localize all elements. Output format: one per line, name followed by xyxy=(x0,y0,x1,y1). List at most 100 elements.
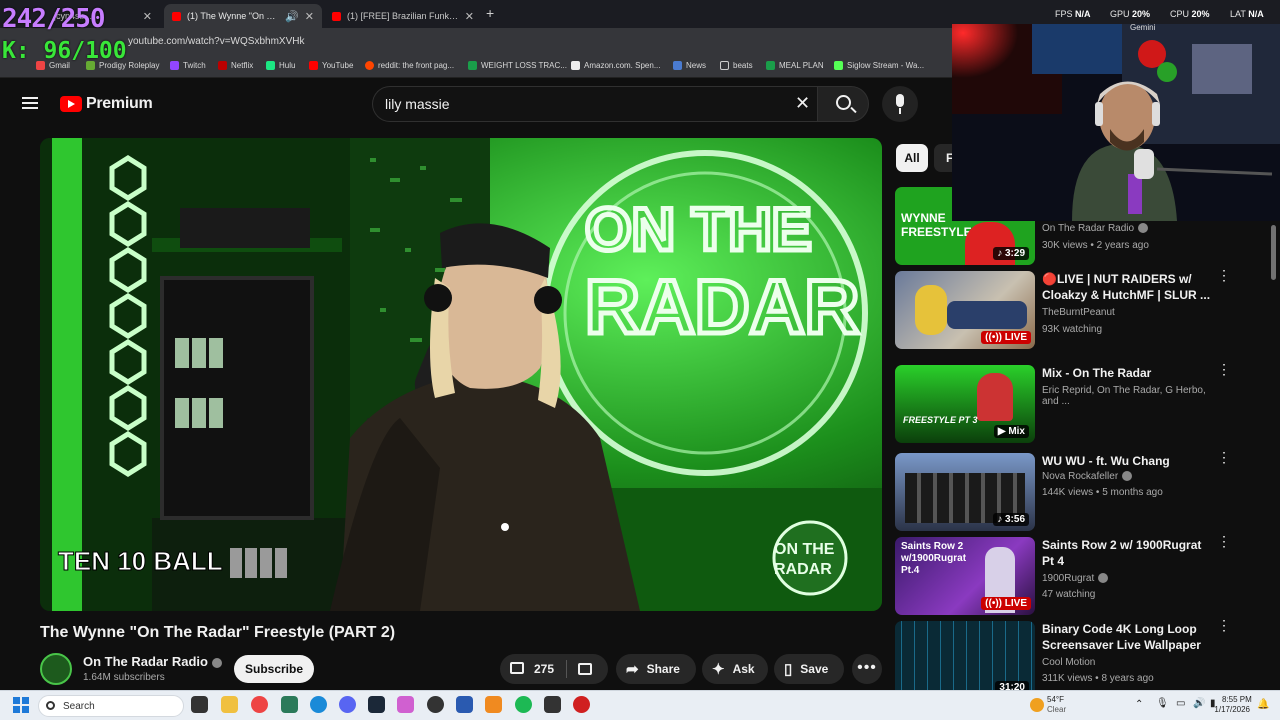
file-explorer-icon[interactable] xyxy=(221,696,238,713)
channel-avatar[interactable] xyxy=(40,653,72,685)
more-options-icon[interactable]: ⋮ xyxy=(1217,450,1231,464)
network-icon[interactable]: ▭ xyxy=(1176,698,1185,709)
bookmark-hulu[interactable]: Hulu xyxy=(266,61,295,70)
discord-icon[interactable] xyxy=(339,696,356,713)
notification-bell-icon[interactable]: 🔔 xyxy=(1257,699,1269,710)
windows-start-icon[interactable] xyxy=(13,697,29,713)
obs-icon[interactable] xyxy=(427,696,444,713)
duration-badge: ♪ 3:29 xyxy=(993,247,1029,260)
hamburger-menu-icon[interactable] xyxy=(22,97,38,109)
video-meta: 93K watching xyxy=(1042,324,1103,335)
share-button[interactable]: ➦ Share xyxy=(616,654,696,684)
video-thumbnail[interactable]: ((•)) LIVE xyxy=(895,271,1035,349)
microphone-icon[interactable]: 🎙 xyxy=(1156,698,1169,709)
bookmark-siglow[interactable]: Siglow Stream - Wa... xyxy=(834,61,924,70)
youtube-favicon-icon xyxy=(332,11,341,21)
url-field[interactable]: youtube.com/watch?v=WQSxbhmXVHk xyxy=(128,36,304,47)
chevron-up-icon[interactable]: ⌃ xyxy=(1135,699,1143,710)
more-options-icon[interactable]: ⋮ xyxy=(1217,534,1231,548)
more-actions-button[interactable]: ••• xyxy=(852,654,882,684)
bookmark-label: Siglow Stream - Wa... xyxy=(847,61,925,70)
bookmark-twitch[interactable]: Twitch xyxy=(170,61,206,70)
clock-time[interactable]: 8:55 PM xyxy=(1222,695,1252,704)
fps-value: N/A xyxy=(1075,9,1091,19)
live-badge: ((•)) LIVE xyxy=(981,597,1031,610)
app-icon[interactable] xyxy=(397,696,414,713)
dislike-button[interactable] xyxy=(578,663,592,678)
video-title[interactable]: Mix - On The Radar xyxy=(1042,365,1214,381)
tab-3[interactable]: (1) [FREE] Brazilian Funk x Club ✕ xyxy=(324,4,482,28)
ask-label: Ask xyxy=(732,662,755,676)
app-icon[interactable] xyxy=(485,696,502,713)
youtube-premium-logo[interactable]: Premium xyxy=(60,95,153,113)
video-title[interactable]: Saints Row 2 w/ 1900Rugrat Pt 4 xyxy=(1042,537,1214,569)
live-broadcast-icon: ((•)) xyxy=(985,598,1002,609)
bookmark-netflix[interactable]: Netflix xyxy=(218,61,253,70)
video-channel[interactable]: Nova Rockafeller xyxy=(1042,471,1133,482)
clock-date[interactable]: 1/17/2026 xyxy=(1214,705,1250,714)
save-button[interactable]: ▯ Save xyxy=(774,654,844,684)
video-channel[interactable]: On The Radar Radio xyxy=(1042,223,1149,234)
close-icon[interactable]: ✕ xyxy=(143,10,152,23)
bookmark-news[interactable]: News xyxy=(673,61,706,70)
overlay-goal-counter: 242/250 xyxy=(2,4,106,34)
live-text: LIVE xyxy=(1004,598,1027,609)
task-view-icon[interactable] xyxy=(191,696,208,713)
scrollbar-thumb[interactable] xyxy=(1271,225,1276,280)
thumbs-up-icon xyxy=(510,662,524,674)
speaker-icon[interactable]: 🔊 xyxy=(285,10,299,23)
app-icon[interactable] xyxy=(573,696,590,713)
more-options-icon[interactable]: ⋮ xyxy=(1217,362,1231,376)
app-icon[interactable] xyxy=(456,696,473,713)
bookmark-beats-folder[interactable]: beats xyxy=(720,61,753,70)
channel-text: On The Radar Radio xyxy=(1042,223,1135,234)
more-options-icon[interactable]: ⋮ xyxy=(1217,618,1231,632)
chrome-icon[interactable] xyxy=(251,696,268,713)
video-channel[interactable]: TheBurntPeanut xyxy=(1042,307,1115,318)
gpu-label: GPU xyxy=(1110,9,1130,19)
weather-temp[interactable]: 54°F xyxy=(1047,695,1064,704)
bookmark-amazon[interactable]: Amazon.com. Spen... xyxy=(571,61,660,70)
terminal-icon[interactable] xyxy=(544,696,561,713)
edge-icon[interactable] xyxy=(310,696,327,713)
video-player[interactable]: ON THE RADAR TEN 10 BALL ON THE RADAR xyxy=(40,138,882,611)
weather-desc: Clear xyxy=(1047,705,1067,714)
video-thumbnail[interactable]: ♪ 3:56 xyxy=(895,453,1035,531)
like-button[interactable] xyxy=(510,662,524,677)
video-title[interactable]: WU WU - ft. Wu Chang xyxy=(1042,453,1214,469)
video-thumbnail[interactable]: Saints Row 2 w/1900Rugrat Pt.4 ((•)) LIV… xyxy=(895,537,1035,615)
video-title[interactable]: 🔴LIVE | NUT RAIDERS w/ Cloakzy & HutchMF… xyxy=(1042,271,1214,303)
chip-all[interactable]: All xyxy=(896,144,928,172)
video-channel[interactable]: Cool Motion xyxy=(1042,657,1095,668)
subscribe-button[interactable]: Subscribe xyxy=(234,655,314,683)
thumbnail-text: Saints Row 2 w/1900Rugrat Pt.4 xyxy=(901,541,967,576)
steam-icon[interactable] xyxy=(368,696,385,713)
app-icon[interactable] xyxy=(281,696,298,713)
spotify-icon[interactable] xyxy=(515,696,532,713)
volume-icon[interactable]: 🔊 xyxy=(1193,698,1205,709)
video-channel[interactable]: 1900Rugrat xyxy=(1042,573,1109,584)
video-channel[interactable]: Eric Reprid, On The Radar, G Herbo, and … xyxy=(1042,385,1215,407)
tab-2[interactable]: (1) The Wynne "On The Rad 🔊 ✕ xyxy=(164,4,322,28)
new-tab-button[interactable]: + xyxy=(486,5,494,21)
video-thumbnail[interactable]: FREESTYLE PT 3 ▶︎ Mix xyxy=(895,365,1035,443)
voice-search-mic-icon[interactable] xyxy=(882,86,918,122)
ask-button[interactable]: ✦ Ask xyxy=(702,654,768,684)
bookmark-youtube[interactable]: YouTube xyxy=(309,61,353,70)
weather-icon[interactable] xyxy=(1030,698,1044,712)
more-options-icon[interactable]: ⋮ xyxy=(1217,268,1231,282)
video-thumbnail[interactable]: 31:20 xyxy=(895,621,1035,699)
bookmark-reddit[interactable]: reddit: the front pag... xyxy=(365,61,454,70)
thumbnail-figure xyxy=(977,373,1013,421)
taskbar-search[interactable]: Search xyxy=(38,695,184,717)
close-icon[interactable]: ✕ xyxy=(305,10,314,23)
music-note-icon: ♪ xyxy=(997,248,1003,259)
video-title[interactable]: Binary Code 4K Long Loop Screensaver Liv… xyxy=(1042,621,1214,653)
clear-search-icon[interactable]: ✕ xyxy=(795,93,810,114)
video-meta: 144K views • 5 months ago xyxy=(1042,487,1163,498)
channel-name[interactable]: On The Radar Radio xyxy=(83,654,222,669)
search-input[interactable] xyxy=(385,87,785,121)
bookmark-weight-loss[interactable]: WEIGHT LOSS TRAC... xyxy=(468,61,567,70)
bookmark-meal-plan[interactable]: MEAL PLAN xyxy=(766,61,824,70)
close-icon[interactable]: ✕ xyxy=(465,10,474,23)
